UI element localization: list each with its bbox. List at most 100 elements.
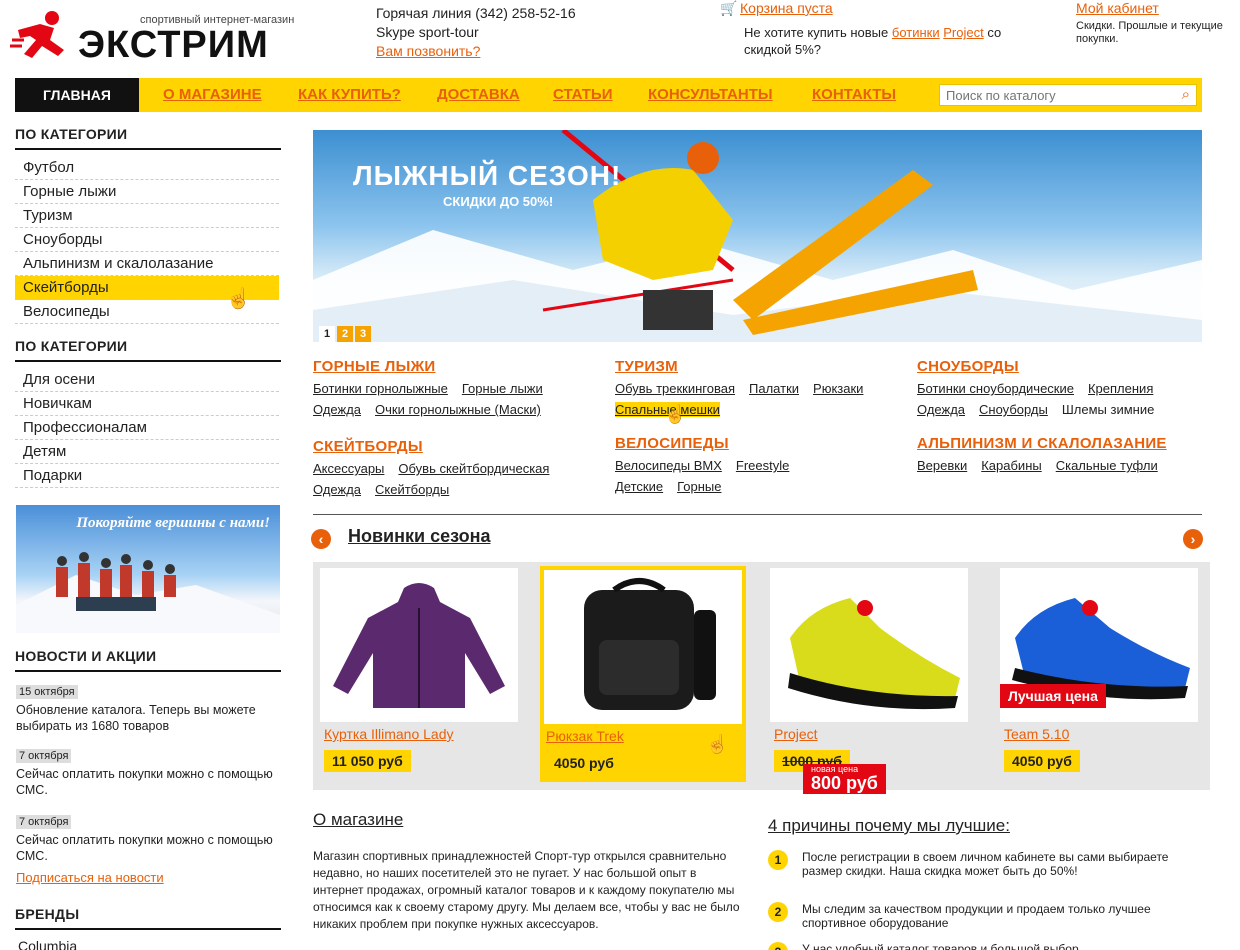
- category-link[interactable]: Крепления: [1088, 381, 1153, 396]
- banner-subtitle: СКИДКИ ДО 50%!: [443, 194, 554, 209]
- banner-page-3[interactable]: 3: [355, 326, 371, 342]
- category-link[interactable]: Веревки: [917, 458, 967, 473]
- search-icon[interactable]: ⌕: [1182, 86, 1190, 103]
- product-name[interactable]: Project: [774, 726, 818, 742]
- category-link[interactable]: Горные: [677, 479, 721, 494]
- category-title[interactable]: СНОУБОРДЫ: [917, 358, 1168, 375]
- category-link[interactable]: Велосипеды BMX: [615, 458, 722, 473]
- brand-item[interactable]: Columbia: [18, 938, 77, 950]
- category-link[interactable]: Рюкзаки: [813, 381, 863, 396]
- category-link[interactable]: Одежда: [917, 402, 965, 417]
- category-title[interactable]: ГОРНЫЕ ЛЫЖИ: [313, 358, 557, 375]
- callback-link[interactable]: Вам позвонить?: [376, 43, 480, 59]
- category-title[interactable]: СКЕЙТБОРДЫ: [313, 438, 563, 455]
- product-name[interactable]: Team 5.10: [1004, 726, 1069, 742]
- category-link[interactable]: Сноуборды: [979, 402, 1048, 417]
- product-name[interactable]: Куртка Illimano Lady: [324, 726, 454, 742]
- sidebar-item-football[interactable]: Футбол: [15, 156, 279, 180]
- about-text: Магазин спортивных принадлежностей Спорт…: [313, 849, 740, 931]
- search-input[interactable]: [940, 85, 1160, 105]
- product-image[interactable]: [770, 568, 968, 722]
- category-link[interactable]: Шлемы зимние: [1062, 402, 1154, 417]
- news-date: 7 октября: [16, 815, 72, 829]
- sidebar-item-snowboard[interactable]: Сноуборды: [15, 228, 279, 252]
- new-price-badge: новая цена 800 руб: [803, 764, 886, 794]
- offer-text: Не хотите купить новые ботинки Project с…: [744, 24, 1004, 58]
- category-link[interactable]: Ботинки сноубордические: [917, 381, 1074, 396]
- offer-project-link[interactable]: Project: [943, 25, 983, 40]
- category-link[interactable]: Одежда: [313, 482, 361, 497]
- banner-page-1[interactable]: 1: [319, 326, 335, 342]
- reason-text: Мы следим за качеством продукции и прода…: [802, 902, 1151, 930]
- sidebar-item-ski[interactable]: Горные лыжи: [15, 180, 279, 204]
- sidebar-item-pros[interactable]: Профессионалам: [15, 416, 279, 440]
- product-card[interactable]: Project 1000 руб: [770, 568, 968, 780]
- category-link[interactable]: Обувь треккинговая: [615, 381, 735, 396]
- category-climbing: АЛЬПИНИЗМ И СКАЛОЛАЗАНИЕ Веревки Карабины…: [917, 435, 1172, 473]
- product-name[interactable]: Рюкзак Trek: [546, 728, 624, 744]
- category-link[interactable]: Палатки: [749, 381, 799, 396]
- hero-banner[interactable]: ЛЫЖНЫЙ СЕЗОН! СКИДКИ ДО 50%! 1 2 3: [313, 130, 1202, 342]
- category-link[interactable]: Карабины: [981, 458, 1042, 473]
- category-link[interactable]: Детские: [615, 479, 663, 494]
- product-card[interactable]: Рюкзак Trek 4050 руб ☝: [540, 566, 746, 782]
- cart-link[interactable]: Корзина пуста: [740, 0, 833, 16]
- news-text[interactable]: Обновление каталога. Теперь вы можете вы…: [16, 702, 278, 734]
- product-image[interactable]: [320, 568, 518, 722]
- sidebar-item-beginners[interactable]: Новичкам: [15, 392, 279, 416]
- category-link[interactable]: Freestyle: [736, 458, 789, 473]
- news-item: 7 октября Сейчас оплатить покупки можно …: [16, 812, 278, 864]
- product-price: 4050 руб: [1004, 750, 1080, 772]
- logo[interactable]: спортивный интернет-магазин ЭКСТРИМ: [10, 6, 330, 66]
- sidebar-item-gifts[interactable]: Подарки: [15, 464, 279, 488]
- category-link[interactable]: Обувь скейтбордическая: [398, 461, 549, 476]
- promo-banner[interactable]: Покоряйте вершины с нами!: [16, 505, 280, 633]
- jacket-image: [333, 583, 505, 708]
- product-card[interactable]: Куртка Illimano Lady 11 050 руб: [320, 568, 518, 780]
- banner-page-2[interactable]: 2: [337, 326, 353, 342]
- brands-title: БРЕНДЫ: [15, 906, 80, 922]
- arrow-right-icon[interactable]: ›: [1183, 529, 1203, 549]
- why-title: 4 причины почему мы лучшие:: [768, 816, 1010, 835]
- category-link[interactable]: Скальные туфли: [1056, 458, 1158, 473]
- arrow-left-icon[interactable]: ‹: [311, 529, 331, 549]
- offer-boots-link[interactable]: ботинки: [892, 25, 940, 40]
- category-link[interactable]: Очки горнолыжные (Маски): [375, 402, 541, 417]
- nav-delivery[interactable]: ДОСТАВКА: [437, 78, 520, 112]
- product-price: 11 050 руб: [324, 750, 411, 772]
- category-link[interactable]: Аксессуары: [313, 461, 384, 476]
- reason-number: 2: [768, 902, 788, 922]
- sidebar-cat2-header: ПО КАТЕГОРИИ: [15, 338, 281, 362]
- sidebar-cat1-title: ПО КАТЕГОРИИ: [15, 126, 128, 142]
- product-card[interactable]: Лучшая цена Team 5.10 4050 руб: [1000, 568, 1198, 780]
- news-text[interactable]: Сейчас оплатить покупки можно с помощью …: [16, 832, 278, 864]
- sidebar-item-tourism[interactable]: Туризм: [15, 204, 279, 228]
- nav-how-to-buy[interactable]: КАК КУПИТЬ?: [298, 78, 401, 112]
- logo-wordmark: ЭКСТРИМ: [78, 24, 269, 66]
- category-link[interactable]: Одежда: [313, 402, 361, 417]
- category-title[interactable]: ВЕЛОСИПЕДЫ: [615, 435, 803, 452]
- cabinet-link[interactable]: Мой кабинет: [1076, 0, 1159, 16]
- nav-contacts[interactable]: КОНТАКТЫ: [812, 78, 896, 112]
- subscribe-link[interactable]: Подписаться на новости: [16, 870, 164, 885]
- category-link[interactable]: Горные лыжи: [462, 381, 543, 396]
- banner-pagination: 1 2 3: [319, 326, 371, 342]
- news-text[interactable]: Сейчас оплатить покупки можно с помощью …: [16, 766, 278, 798]
- nav-home[interactable]: ГЛАВНАЯ: [15, 78, 139, 112]
- category-title[interactable]: ТУРИЗМ: [615, 358, 877, 375]
- cart[interactable]: 🛒 Корзина пуста: [720, 0, 833, 17]
- new-products-title: Новинки сезона: [348, 526, 491, 546]
- nav-articles[interactable]: СТАТЬИ: [553, 78, 613, 112]
- sidebar-item-autumn[interactable]: Для осени: [15, 368, 279, 392]
- category-snowboard: СНОУБОРДЫ Ботинки сноубордические Креплен…: [917, 358, 1168, 417]
- category-link[interactable]: Ботинки горнолыжные: [313, 381, 448, 396]
- cabinet-note: Скидки. Прошлые и текущие покупки.: [1076, 20, 1223, 45]
- product-image[interactable]: [544, 570, 742, 724]
- nav-about[interactable]: О МАГАЗИНЕ: [163, 78, 262, 112]
- nav-consultants[interactable]: КОНСУЛЬТАНТЫ: [648, 78, 773, 112]
- category-link[interactable]: Скейтборды: [375, 482, 449, 497]
- sidebar-item-kids[interactable]: Детям: [15, 440, 279, 464]
- category-title[interactable]: АЛЬПИНИЗМ И СКАЛОЛАЗАНИЕ: [917, 435, 1172, 452]
- sidebar-cat1-header: ПО КАТЕГОРИИ: [15, 126, 281, 150]
- sidebar-item-climbing[interactable]: Альпинизм и скалолазание: [15, 252, 279, 276]
